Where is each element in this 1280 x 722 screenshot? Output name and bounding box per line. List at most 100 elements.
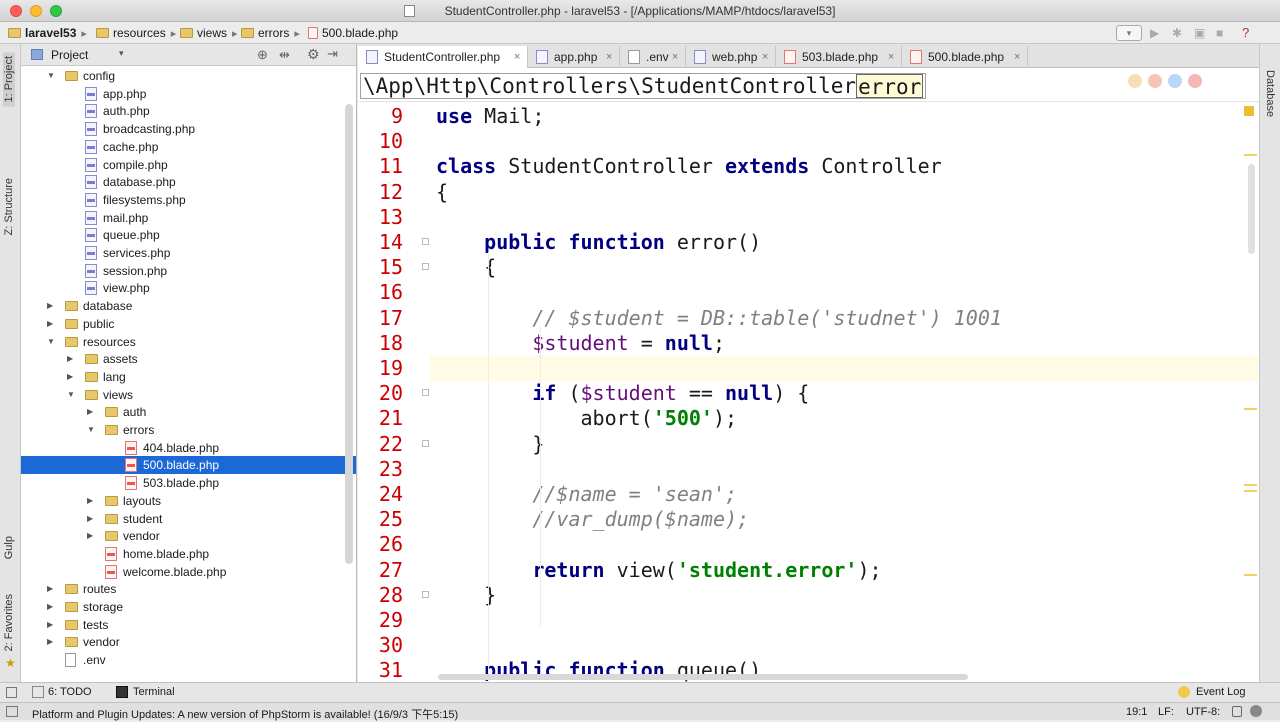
expand-arrow-icon[interactable]: ▼ [47, 67, 55, 85]
tree-folder[interactable]: ▶ student [21, 510, 356, 528]
editor-tab[interactable]: app.php × [528, 46, 620, 68]
status-panel-icon[interactable] [6, 706, 18, 717]
editor-vertical-scrollbar[interactable] [1248, 164, 1255, 254]
tree-file[interactable]: database.php [21, 173, 356, 191]
inspector-icon[interactable] [1250, 705, 1262, 717]
tree-file[interactable]: app.php [21, 85, 356, 103]
breadcrumb-item-views[interactable]: views ▸ [180, 25, 238, 41]
tree-folder[interactable]: ▶ assets [21, 350, 356, 368]
stop-icon[interactable]: ■ [1216, 26, 1223, 40]
path-method[interactable]: error [856, 74, 924, 99]
code-line[interactable]: } [436, 432, 544, 457]
tree-file[interactable]: auth.php [21, 102, 356, 120]
lock-icon[interactable] [1232, 706, 1242, 717]
collapse-arrow-icon[interactable]: ▶ [47, 598, 53, 616]
close-icon[interactable]: × [888, 46, 894, 68]
editor-tab[interactable]: StudentController.php × [358, 46, 528, 68]
error-stripe-marker[interactable] [1244, 490, 1257, 492]
tree-file[interactable]: compile.php [21, 156, 356, 174]
tree-folder[interactable]: ▶ routes [21, 580, 356, 598]
tree-folder[interactable]: ▶ storage [21, 598, 356, 616]
breadcrumb-item-file[interactable]: 500.blade.php [308, 25, 398, 41]
run-config-dropdown[interactable]: ▾ [1116, 25, 1142, 41]
expand-arrow-icon[interactable]: ▼ [67, 386, 75, 404]
path-box[interactable]: \App\Http\Controllers\StudentController e… [360, 73, 927, 99]
safari-icon[interactable] [1168, 74, 1182, 88]
breadcrumb-item-errors[interactable]: errors ▸ [241, 25, 300, 41]
caret-position[interactable]: 19:1 [1126, 706, 1147, 718]
encoding-selector[interactable]: UTF-8: [1186, 706, 1220, 718]
tree-file[interactable]: .env [21, 651, 356, 669]
code-line[interactable]: if ($student == null) { [436, 381, 809, 406]
terminal-tool-button[interactable]: Terminal [133, 686, 175, 698]
tree-file[interactable]: home.blade.php [21, 545, 356, 563]
collapse-arrow-icon[interactable]: ▶ [47, 297, 53, 315]
tree-folder[interactable]: ▶ layouts [21, 492, 356, 510]
debug-icon[interactable]: ✱ [1172, 26, 1182, 40]
tree-folder[interactable]: ▶ vendor [21, 633, 356, 651]
editor-tab[interactable]: web.php × [686, 46, 776, 68]
collapse-arrow-icon[interactable]: ▶ [87, 492, 93, 510]
editor-tab[interactable]: 503.blade.php × [776, 46, 902, 68]
close-icon[interactable]: × [1014, 46, 1020, 68]
inspection-status-icon[interactable] [1244, 106, 1254, 116]
fold-marker-icon[interactable] [422, 590, 429, 598]
collapse-arrow-icon[interactable]: ▶ [87, 527, 93, 545]
tree-folder[interactable]: ▼ resources [21, 333, 356, 351]
code-line[interactable]: return view('student.error'); [436, 558, 881, 583]
tree-file[interactable]: view.php [21, 279, 356, 297]
error-stripe-marker[interactable] [1244, 154, 1257, 156]
error-stripe-marker[interactable] [1244, 408, 1257, 410]
close-icon[interactable]: × [514, 46, 520, 68]
tree-file[interactable]: queue.php [21, 226, 356, 244]
collapse-arrow-icon[interactable]: ▶ [47, 616, 53, 634]
project-tool-button[interactable]: 1: Project [3, 52, 15, 107]
editor-tab[interactable]: .env × [620, 46, 686, 68]
tree-file[interactable]: mail.php [21, 209, 356, 227]
tree-folder[interactable]: ▶ database [21, 297, 356, 315]
code-line[interactable]: public function error() [436, 230, 761, 255]
help-icon[interactable]: ? [1242, 25, 1249, 40]
tree-folder[interactable]: ▶ tests [21, 616, 356, 634]
code-line[interactable]: abort('500'); [436, 406, 737, 431]
error-stripe-marker[interactable] [1244, 484, 1257, 486]
code-editor[interactable]: use Mail; class StudentController extends… [430, 102, 1259, 682]
line-separator-selector[interactable]: LF: [1158, 706, 1174, 718]
fold-marker-icon[interactable] [422, 389, 429, 397]
tree-file[interactable]: 503.blade.php [21, 474, 356, 492]
tree-folder[interactable]: ▶ auth [21, 403, 356, 421]
collapse-arrow-icon[interactable]: ▶ [47, 580, 53, 598]
code-line[interactable]: $student = null; [436, 331, 725, 356]
code-line[interactable]: //var_dump($name); [436, 507, 749, 532]
collapse-arrow-icon[interactable]: ▶ [47, 315, 53, 333]
tree-file[interactable]: session.php [21, 262, 356, 280]
todo-tool-button[interactable]: 6: TODO [48, 686, 92, 698]
close-icon[interactable]: × [672, 46, 678, 68]
tree-file[interactable]: broadcasting.php [21, 120, 356, 138]
collapse-arrow-icon[interactable]: ▶ [67, 350, 73, 368]
tree-folder[interactable]: ▼ config [21, 67, 356, 85]
chevron-down-icon[interactable]: ▾ [119, 48, 124, 59]
collapse-arrow-icon[interactable]: ▶ [87, 403, 93, 421]
code-line[interactable]: use Mail; [436, 104, 544, 129]
editor-tab[interactable]: 500.blade.php × [902, 46, 1028, 68]
close-icon[interactable]: × [762, 46, 768, 68]
gulp-tool-button[interactable]: Gulp [3, 536, 15, 559]
expand-arrow-icon[interactable]: ▼ [87, 421, 95, 439]
tree-file[interactable]: cache.php [21, 138, 356, 156]
code-line[interactable]: { [436, 180, 448, 205]
collapse-arrow-icon[interactable]: ▶ [47, 633, 53, 651]
collapse-arrow-icon[interactable]: ▶ [67, 368, 73, 386]
tree-file[interactable]: welcome.blade.php [21, 563, 356, 581]
event-log-tool-button[interactable]: Event Log [1196, 686, 1246, 698]
tree-folder[interactable]: ▶ vendor [21, 527, 356, 545]
tree-folder[interactable]: ▶ public [21, 315, 356, 333]
tree-file[interactable]: filesystems.php [21, 191, 356, 209]
code-line[interactable]: // $student = DB::table('studnet') 1001 [436, 306, 1002, 331]
tree-folder[interactable]: ▶ lang [21, 368, 356, 386]
code-line[interactable]: class StudentController extends Controll… [436, 154, 942, 179]
fold-marker-icon[interactable] [422, 238, 429, 245]
toggle-tool-windows-icon[interactable] [6, 687, 17, 698]
tree-file[interactable]: services.php [21, 244, 356, 262]
gear-icon[interactable]: ⚙ [307, 46, 320, 63]
